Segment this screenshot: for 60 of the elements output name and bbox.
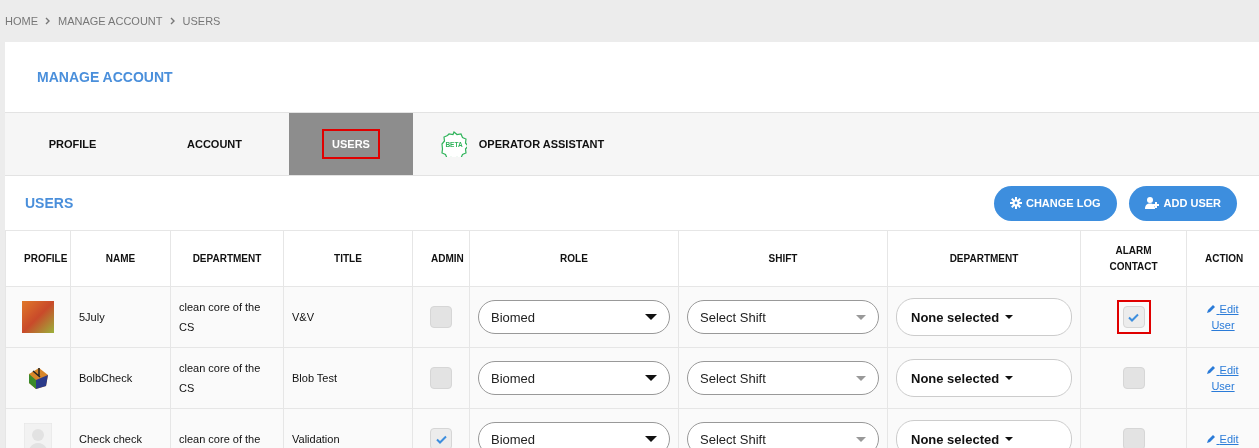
table-cell-text: BolbCheck	[79, 371, 134, 386]
column-header: DEPARTMENT	[887, 230, 1081, 287]
table-cell-text: clean core of the CS	[179, 361, 262, 396]
gear-icon	[1010, 197, 1022, 209]
page-title: MANAGE ACCOUNT	[37, 69, 173, 85]
pencil-icon	[1207, 365, 1217, 374]
section-title: USERS	[25, 195, 74, 211]
role-dropdown[interactable]: Biomed	[478, 422, 670, 448]
checkbox[interactable]	[430, 306, 452, 328]
caret-icon	[1005, 315, 1014, 319]
caret-icon	[645, 375, 657, 381]
tab[interactable]: ACCOUNT	[140, 113, 289, 175]
department-dropdown[interactable]: None selected	[896, 420, 1072, 448]
column-header: SHIFT	[678, 230, 888, 287]
column-header: ADMIN	[412, 230, 470, 287]
photo-placeholder	[22, 301, 54, 333]
breadcrumb-link[interactable]: USERS	[182, 15, 221, 27]
table-cell-text: Blob Test	[292, 371, 339, 386]
role-dropdown[interactable]: Biomed	[478, 361, 670, 395]
column-header: PROFILE	[5, 230, 71, 287]
column-header: ALARM CONTACT	[1080, 230, 1187, 287]
checkbox[interactable]	[430, 367, 452, 389]
add-user-icon	[1144, 197, 1160, 209]
caret-icon	[1005, 437, 1014, 441]
checkbox[interactable]	[1122, 367, 1145, 389]
chevron-right-icon	[168, 17, 177, 25]
column-header: ROLE	[469, 230, 679, 287]
breadcrumb-link[interactable]: MANAGE ACCOUNT	[58, 15, 163, 27]
table-cell-text: clean core of the CS	[179, 300, 262, 335]
caret-icon	[645, 314, 657, 320]
check-icon	[1128, 312, 1139, 322]
table-cell-text: Validation	[292, 432, 341, 447]
pencil-icon	[1207, 434, 1217, 443]
department-dropdown[interactable]: None selected	[896, 359, 1072, 397]
column-header: TITLE	[283, 230, 413, 287]
caret-icon	[856, 375, 866, 381]
role-dropdown[interactable]: Biomed	[478, 300, 670, 334]
caret-icon	[856, 314, 866, 320]
table-cell-text: Check check	[79, 432, 143, 447]
chevron-right-icon	[44, 17, 52, 25]
check-icon	[435, 434, 447, 444]
checkbox[interactable]	[430, 428, 452, 448]
shift-dropdown[interactable]: Select Shift	[687, 361, 879, 395]
pencil-icon	[1207, 304, 1217, 313]
caret-icon	[1005, 376, 1014, 380]
column-header: NAME	[70, 230, 171, 287]
tab[interactable]: PROFILE	[5, 113, 140, 175]
table-cell-text: clean core of the	[179, 432, 262, 447]
checkbox[interactable]	[1122, 306, 1145, 328]
table-cell-text: 5July	[79, 310, 106, 325]
caret-icon	[856, 436, 866, 442]
shift-dropdown[interactable]: Select Shift	[687, 422, 879, 448]
shift-dropdown[interactable]: Select Shift	[687, 300, 879, 334]
column-header: DEPARTMENT	[170, 230, 284, 287]
table-cell-text: V&V	[292, 310, 315, 325]
column-header: ACTION	[1186, 230, 1259, 287]
caret-icon	[645, 436, 657, 442]
checkbox[interactable]	[1122, 428, 1145, 448]
breadcrumb-link[interactable]: HOME	[5, 15, 38, 27]
department-dropdown[interactable]: None selected	[896, 298, 1072, 336]
